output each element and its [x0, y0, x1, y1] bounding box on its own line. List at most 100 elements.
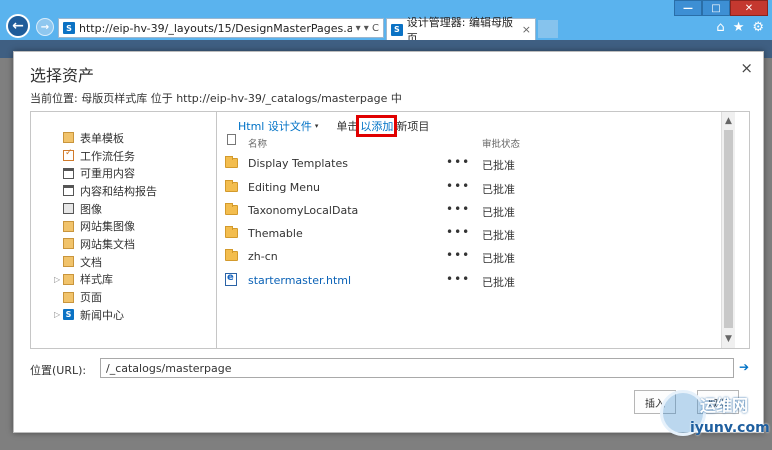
tree-item-content-reports[interactable]: 内容和结构报告 [31, 182, 216, 200]
address-bar[interactable]: S http://eip-hv-39/_layouts/15/DesignMas… [58, 18, 384, 38]
tree-item-label: 新闻中心 [80, 308, 124, 322]
tree-item-label: 内容和结构报告 [80, 184, 157, 198]
scroll-thumb[interactable] [724, 130, 733, 328]
forward-button[interactable]: → [36, 18, 54, 36]
tree-item-label: 可重用内容 [80, 167, 135, 181]
scroll-up-icon[interactable]: ▲ [722, 114, 735, 128]
library-icon [63, 273, 74, 285]
item-status: 已批准 [482, 206, 515, 219]
watermark-text: 运维网 [700, 396, 749, 415]
document-type-icon[interactable] [227, 134, 236, 145]
go-arrow-icon[interactable]: ➔ [739, 360, 749, 374]
column-headers: 名称 审批状态 [218, 134, 735, 150]
folder-icon [225, 226, 238, 238]
tree-item-site-collection-documents[interactable]: 网站集文档 [31, 235, 216, 253]
dialog-close-icon[interactable]: × [740, 59, 753, 77]
tree-item-news-center[interactable]: ▷ S 新闻中心 [31, 306, 216, 324]
table-icon [63, 185, 74, 197]
tree-item-style-library[interactable]: ▷ 样式库 [31, 271, 216, 289]
sharepoint-icon: S [391, 23, 403, 36]
sharepoint-icon: S [63, 22, 75, 34]
select-asset-dialog: 选择资产 × 当前位置: 母版页样式库 位于 http://eip-hv-39/… [13, 51, 764, 433]
item-name[interactable]: TaxonomyLocalData [248, 204, 358, 217]
home-icon[interactable]: ⌂ [716, 20, 724, 35]
tree-item-documents[interactable]: 文档 [31, 253, 216, 271]
chevron-down-icon[interactable]: ▾ [315, 122, 319, 130]
library-icon [63, 256, 74, 268]
tab-close-icon[interactable]: × [522, 23, 535, 36]
folder-icon [225, 203, 238, 215]
item-name[interactable]: Display Templates [248, 157, 348, 170]
tree-item-label: 样式库 [80, 273, 113, 287]
address-actions[interactable]: ▾ ▾ C [352, 23, 383, 34]
sharepoint-icon: S [63, 309, 74, 321]
maximize-button[interactable]: □ [702, 0, 730, 16]
task-icon [63, 148, 74, 162]
item-menu-button[interactable]: ••• [446, 225, 470, 239]
toolbar-text: 单击 [336, 120, 359, 133]
library-tree: 表单模板 工作流任务 可重用内容 内容和结构报告 图像 网站集图像 [31, 112, 217, 348]
window-controls: — □ ✕ [674, 0, 768, 16]
back-button[interactable]: ← [6, 14, 30, 38]
item-menu-button[interactable]: ••• [446, 179, 470, 193]
item-name[interactable]: zh-cn [248, 250, 278, 263]
file-list: Html 设计文件 ▾ 单击 以添加 新项目 名称 审批状态 Display T… [218, 112, 735, 348]
library-icon [63, 291, 74, 303]
item-name[interactable]: startermaster.html [248, 274, 351, 287]
folder-icon [225, 156, 238, 168]
browser-tab[interactable]: S 设计管理器: 编辑母版页 × [386, 16, 536, 45]
new-tab-button[interactable] [538, 20, 558, 38]
watermark-logo: 运维网 iyunv.com [660, 386, 770, 446]
tree-item-reusable-content[interactable]: 可重用内容 [31, 164, 216, 182]
current-location: 当前位置: 母版页样式库 位于 http://eip-hv-39/_catalo… [30, 92, 402, 105]
form-template-icon [63, 132, 74, 144]
list-row[interactable]: Display Templates ••• 已批准 [218, 152, 735, 175]
html-file-icon [225, 272, 237, 286]
folder-icon [225, 249, 238, 261]
library-icon [63, 238, 74, 250]
address-url[interactable]: http://eip-hv-39/_layouts/15/DesignMaste… [79, 22, 352, 35]
list-row[interactable]: Themable ••• 已批准 [218, 222, 735, 245]
item-menu-button[interactable]: ••• [446, 202, 470, 216]
expand-icon[interactable]: ▷ [54, 275, 60, 284]
toolbar-text: 新项目 [396, 120, 430, 133]
tree-item-pages[interactable]: 页面 [31, 288, 216, 306]
browser-tools: ⌂ ★ ⚙ [716, 20, 764, 35]
expand-icon[interactable]: ▷ [54, 310, 60, 319]
tree-item-workflow-tasks[interactable]: 工作流任务 [31, 147, 216, 165]
image-icon [63, 203, 74, 215]
dialog-title: 选择资产 [30, 66, 95, 85]
url-input[interactable]: /_catalogs/masterpage [100, 358, 734, 378]
tree-item-label: 文档 [80, 255, 102, 269]
url-label: 位置(URL): [30, 364, 87, 377]
item-menu-button[interactable]: ••• [446, 272, 470, 286]
list-row[interactable]: zh-cn ••• 已批准 [218, 245, 735, 268]
list-row[interactable]: startermaster.html ••• 已批准 [218, 269, 735, 292]
item-menu-button[interactable]: ••• [446, 155, 470, 169]
item-menu-button[interactable]: ••• [446, 248, 470, 262]
column-approval-status[interactable]: 审批状态 [482, 136, 520, 150]
item-name[interactable]: Themable [248, 227, 303, 240]
html-design-files-menu[interactable]: Html 设计文件 [238, 118, 312, 134]
list-row[interactable]: TaxonomyLocalData ••• 已批准 [218, 199, 735, 222]
tree-item-images[interactable]: 图像 [31, 200, 216, 218]
asset-browser-panel: 表单模板 工作流任务 可重用内容 内容和结构报告 图像 网站集图像 [30, 111, 750, 349]
item-status: 已批准 [482, 183, 515, 196]
favorites-star-icon[interactable]: ★ [733, 20, 745, 35]
list-row[interactable]: Editing Menu ••• 已批准 [218, 176, 735, 199]
tree-item-site-collection-images[interactable]: 网站集图像 [31, 217, 216, 235]
scroll-down-icon[interactable]: ▼ [722, 332, 735, 346]
tree-item-label: 网站集文档 [80, 237, 135, 251]
tree-item-label: 表单模板 [80, 131, 124, 145]
vertical-scrollbar[interactable]: ▲ ▼ [721, 112, 735, 348]
tree-item-form-templates[interactable]: 表单模板 [31, 129, 216, 147]
column-name[interactable]: 名称 [248, 136, 267, 150]
folder-icon [225, 180, 238, 192]
item-status: 已批准 [482, 229, 515, 242]
location-url-row: 位置(URL): /_catalogs/masterpage ➔ [30, 358, 750, 378]
item-name[interactable]: Editing Menu [248, 181, 320, 194]
settings-gear-icon[interactable]: ⚙ [752, 20, 764, 35]
close-window-button[interactable]: ✕ [730, 0, 768, 16]
tree-item-label: 网站集图像 [80, 220, 135, 234]
minimize-button[interactable]: — [674, 0, 702, 16]
